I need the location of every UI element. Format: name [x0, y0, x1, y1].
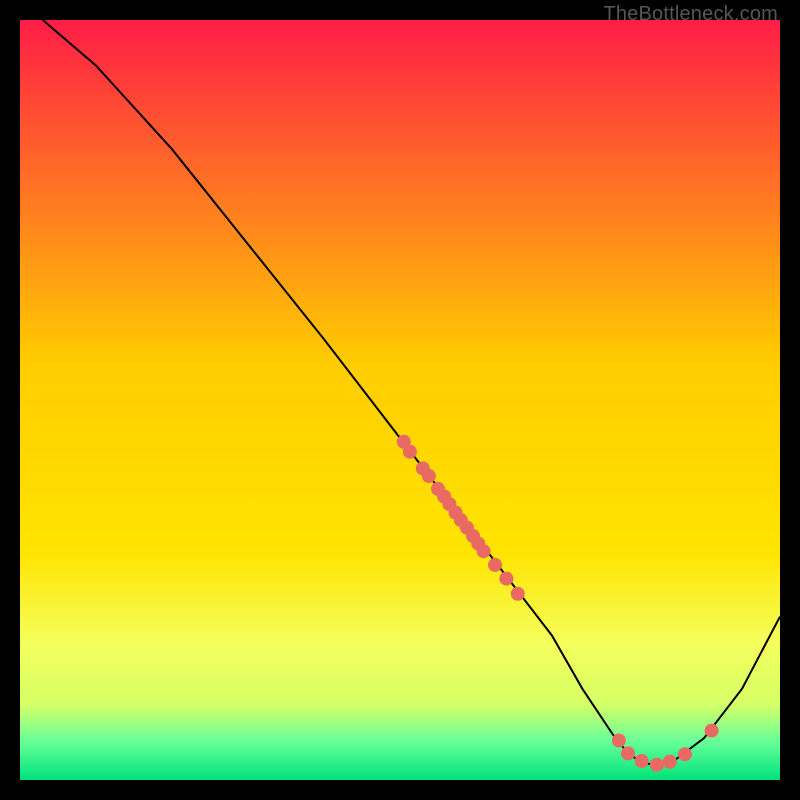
data-point [403, 445, 417, 459]
chart-stage: TheBottleneck.com [0, 0, 800, 800]
data-point [705, 724, 719, 738]
data-point [488, 558, 502, 572]
data-point [635, 754, 649, 768]
watermark-text: TheBottleneck.com [603, 3, 778, 26]
data-point [678, 747, 692, 761]
data-point [422, 469, 436, 483]
data-point [663, 755, 677, 769]
gradient-background [20, 20, 780, 780]
data-point [511, 587, 525, 601]
data-point [477, 544, 491, 558]
data-point [650, 758, 664, 772]
data-point [621, 746, 635, 760]
data-point [499, 572, 513, 586]
data-point [612, 734, 626, 748]
chart-svg [20, 20, 780, 780]
